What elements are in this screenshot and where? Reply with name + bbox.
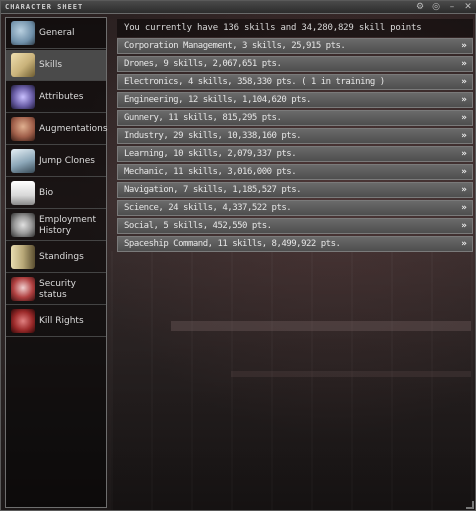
skill-group-row[interactable]: Spaceship Command, 11 skills, 8,499,922 … <box>117 236 473 252</box>
skill-group-row[interactable]: Drones, 9 skills, 2,067,651 pts. » <box>117 56 473 72</box>
expand-chevron-icon[interactable]: » <box>458 183 470 197</box>
skill-group-row[interactable]: Corporation Management, 3 skills, 25,915… <box>117 38 473 54</box>
security-status-icon <box>11 277 35 301</box>
skill-group-row[interactable]: Mechanic, 11 skills, 3,016,000 pts. » <box>117 164 473 180</box>
expand-chevron-icon[interactable]: » <box>458 39 470 53</box>
kill-rights-icon <box>11 309 35 333</box>
jump-clones-icon <box>11 149 35 173</box>
sidebar-item-label: Augmentations <box>39 124 108 134</box>
sidebar-item-attributes[interactable]: Attributes <box>6 82 106 113</box>
background-structure <box>171 321 471 331</box>
gear-icon[interactable]: ⚙ <box>415 2 425 12</box>
sidebar-item-label: Kill Rights <box>39 316 84 326</box>
minimize-icon[interactable]: – <box>447 2 457 12</box>
skill-group-label: Engineering, 12 skills, 1,104,620 pts. <box>124 95 311 105</box>
skills-icon <box>11 53 35 77</box>
expand-chevron-icon[interactable]: » <box>458 147 470 161</box>
attributes-icon <box>11 85 35 109</box>
title-bar[interactable]: CHARACTER SHEET ⚙ ◎ – ✕ <box>1 1 476 14</box>
general-icon <box>11 21 35 45</box>
expand-chevron-icon[interactable]: » <box>458 129 470 143</box>
standings-icon <box>11 245 35 269</box>
sidebar: General Skills Attributes Augmentations … <box>5 17 108 508</box>
sidebar-item-kill-rights[interactable]: Kill Rights <box>6 306 106 337</box>
skill-group-label: Social, 5 skills, 452,550 pts. <box>124 221 272 231</box>
skill-group-label: Science, 24 skills, 4,337,522 pts. <box>124 203 292 213</box>
expand-chevron-icon[interactable]: » <box>458 219 470 233</box>
sidebar-item-label: General <box>39 28 75 38</box>
background-hangar-scene <box>111 251 475 510</box>
skill-group-label: Industry, 29 skills, 10,338,160 pts. <box>124 131 302 141</box>
background-structure <box>231 371 471 377</box>
expand-chevron-icon[interactable]: » <box>458 165 470 179</box>
sidebar-item-jump-clones[interactable]: Jump Clones <box>6 146 106 177</box>
circle-icon[interactable]: ◎ <box>431 2 441 12</box>
skill-group-row[interactable]: Engineering, 12 skills, 1,104,620 pts. » <box>117 92 473 108</box>
sidebar-item-label: Bio <box>39 188 54 198</box>
sidebar-item-augmentations[interactable]: Augmentations <box>6 114 108 145</box>
skill-group-row[interactable]: Science, 24 skills, 4,337,522 pts. » <box>117 200 473 216</box>
character-sheet-window: CHARACTER SHEET ⚙ ◎ – ✕ General Skills A… <box>0 0 476 511</box>
sidebar-item-bio[interactable]: Bio <box>6 178 106 209</box>
close-icon[interactable]: ✕ <box>463 2 473 12</box>
sidebar-item-skills[interactable]: Skills <box>6 50 106 81</box>
window-title: CHARACTER SHEET <box>5 3 84 11</box>
skill-group-label: Drones, 9 skills, 2,067,651 pts. <box>124 59 282 69</box>
expand-chevron-icon[interactable]: » <box>458 237 470 251</box>
bio-icon <box>11 181 35 205</box>
sidebar-item-label: Skills <box>39 60 63 70</box>
employment-history-icon <box>11 213 35 237</box>
sidebar-item-label: Employment History <box>39 214 97 236</box>
skill-group-label: Corporation Management, 3 skills, 25,915… <box>124 41 346 51</box>
skill-group-row[interactable]: Electronics, 4 skills, 358,330 pts. ( 1 … <box>117 74 473 90</box>
skill-group-row[interactable]: Learning, 10 skills, 2,079,337 pts. » <box>117 146 473 162</box>
skill-group-label: Gunnery, 11 skills, 815,295 pts. <box>124 113 282 123</box>
sidebar-item-security-status[interactable]: Security status <box>6 274 106 305</box>
resize-handle[interactable] <box>466 501 474 509</box>
skill-groups-list: Corporation Management, 3 skills, 25,915… <box>117 38 473 254</box>
skill-group-row[interactable]: Navigation, 7 skills, 1,185,527 pts. » <box>117 182 473 198</box>
skill-group-row[interactable]: Gunnery, 11 skills, 815,295 pts. » <box>117 110 473 126</box>
expand-chevron-icon[interactable]: » <box>458 57 470 71</box>
skill-group-label: Spaceship Command, 11 skills, 8,499,922 … <box>124 239 341 249</box>
skill-group-row[interactable]: Social, 5 skills, 452,550 pts. » <box>117 218 473 234</box>
sidebar-item-label: Jump Clones <box>39 156 95 166</box>
skill-group-label: Navigation, 7 skills, 1,185,527 pts. <box>124 185 302 195</box>
sidebar-item-label: Security status <box>39 278 76 300</box>
sidebar-item-general[interactable]: General <box>6 18 106 49</box>
expand-chevron-icon[interactable]: » <box>458 201 470 215</box>
skill-group-label: Mechanic, 11 skills, 3,016,000 pts. <box>124 167 297 177</box>
skill-group-label: Electronics, 4 skills, 358,330 pts. ( 1 … <box>124 77 385 87</box>
sidebar-item-employment-history[interactable]: Employment History <box>6 210 106 241</box>
sidebar-item-label: Standings <box>39 252 84 262</box>
expand-chevron-icon[interactable]: » <box>458 93 470 107</box>
augmentations-icon <box>11 117 35 141</box>
expand-chevron-icon[interactable]: » <box>458 111 470 125</box>
skill-group-label: Learning, 10 skills, 2,079,337 pts. <box>124 149 297 159</box>
expand-chevron-icon[interactable]: » <box>458 75 470 89</box>
skill-group-row[interactable]: Industry, 29 skills, 10,338,160 pts. » <box>117 128 473 144</box>
skill-summary-header: You currently have 136 skills and 34,280… <box>117 19 473 37</box>
sidebar-item-label: Attributes <box>39 92 84 102</box>
sidebar-item-standings[interactable]: Standings <box>6 242 106 273</box>
